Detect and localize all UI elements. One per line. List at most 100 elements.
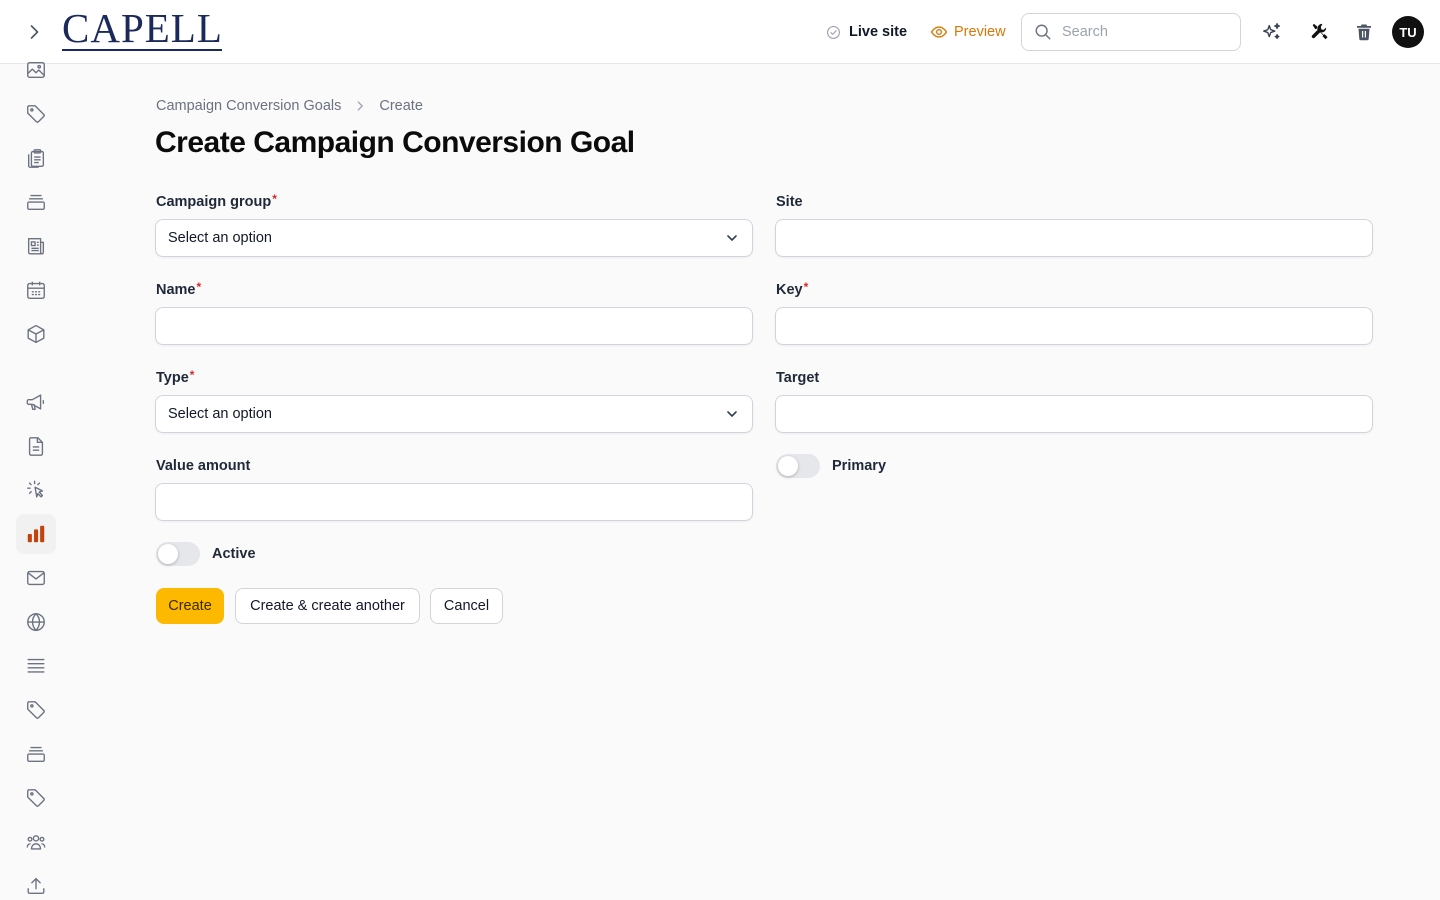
sidebar-item-upload[interactable]	[16, 866, 56, 900]
cursor-click-icon	[27, 480, 44, 498]
target-input[interactable]	[776, 396, 1372, 432]
required-marker: *	[803, 280, 809, 294]
campaign-group-value: Select an option	[168, 230, 272, 246]
name-label-text: Name	[156, 282, 196, 298]
key-field[interactable]	[775, 307, 1373, 345]
delete-button[interactable]	[1352, 20, 1376, 44]
required-marker: *	[189, 368, 195, 382]
check-circle-icon	[827, 25, 840, 39]
sidebar-item-tags-3[interactable]	[16, 778, 56, 818]
search-input[interactable]	[1062, 24, 1222, 40]
name-field[interactable]	[155, 307, 753, 345]
sidebar-item-archive-2[interactable]	[16, 734, 56, 774]
global-search[interactable]	[1021, 13, 1241, 51]
toggle-knob	[778, 456, 798, 476]
type-label-text: Type	[156, 370, 189, 386]
cancel-button[interactable]: Cancel	[430, 588, 503, 624]
site-input[interactable]	[776, 220, 1372, 256]
create-button[interactable]: Create	[156, 588, 224, 624]
bar-chart-icon	[27, 525, 45, 543]
name-label: Name*	[156, 280, 201, 300]
required-marker: *	[196, 280, 202, 294]
clipboard-icon	[27, 149, 45, 168]
campaign-group-select[interactable]: Select an option	[155, 219, 753, 257]
globe-icon	[27, 612, 45, 632]
sidebar-item-conversion-goals[interactable]	[16, 514, 56, 554]
sparkles-icon	[1263, 23, 1281, 40]
primary-toggle[interactable]: Primary	[776, 454, 886, 478]
type-label: Type*	[156, 368, 194, 388]
name-input[interactable]	[156, 308, 752, 344]
user-group-icon	[26, 835, 46, 850]
type-select[interactable]: Select an option	[155, 395, 753, 433]
type-value: Select an option	[168, 406, 272, 422]
active-toggle-switch[interactable]	[156, 542, 200, 566]
sidebar-item-sites[interactable]	[16, 602, 56, 642]
sidebar-item-products[interactable]	[16, 314, 56, 354]
active-label: Active	[212, 546, 256, 562]
campaign-group-label: Campaign group*	[156, 192, 277, 212]
required-marker: *	[272, 192, 277, 206]
image-icon	[27, 61, 45, 79]
sidebar-item-tags-2[interactable]	[16, 690, 56, 730]
chevron-down-icon	[727, 411, 737, 417]
sidebar-item-mail[interactable]	[16, 558, 56, 598]
target-field[interactable]	[775, 395, 1373, 433]
newspaper-icon	[27, 237, 45, 255]
sidebar-item-media[interactable]	[16, 50, 56, 90]
archive-icon	[27, 746, 45, 763]
sidebar-item-users[interactable]	[16, 822, 56, 862]
sidebar-item-campaigns[interactable]	[16, 382, 56, 422]
logo[interactable]: CAPELL	[62, 8, 223, 52]
campaign-group-label-text: Campaign group	[156, 194, 272, 210]
key-label-text: Key	[776, 282, 803, 298]
chevron-right-icon	[30, 25, 39, 39]
target-label: Target	[776, 370, 820, 386]
cube-icon	[27, 324, 45, 344]
ai-sparkles-button[interactable]	[1260, 20, 1284, 44]
page-title: Create Campaign Conversion Goal	[155, 126, 635, 159]
search-icon	[1035, 24, 1051, 40]
sidebar-item-archive[interactable]	[16, 182, 56, 222]
envelope-icon	[27, 570, 45, 586]
archive-icon	[27, 194, 45, 211]
user-avatar[interactable]: TU	[1392, 16, 1424, 48]
key-input[interactable]	[776, 308, 1372, 344]
sidebar-item-calendar[interactable]	[16, 270, 56, 310]
live-site-label: Live site	[849, 24, 908, 40]
toggle-knob	[158, 544, 178, 564]
sidebar-item-lists[interactable]	[16, 646, 56, 686]
value-amount-field[interactable]	[155, 483, 753, 521]
tag-icon	[27, 701, 45, 719]
wrench-screwdriver-icon	[1311, 23, 1328, 40]
sidebar-item-documents[interactable]	[16, 426, 56, 466]
sidebar-item-tags[interactable]	[16, 94, 56, 134]
chevron-right-icon	[357, 101, 364, 111]
preview-label: Preview	[954, 24, 1006, 40]
logo-text: CAPELL	[62, 5, 223, 51]
preview-link[interactable]: Preview	[930, 22, 1006, 42]
sidebar-item-news[interactable]	[16, 226, 56, 266]
trash-icon	[1357, 24, 1371, 41]
sidebar-item-clipboard[interactable]	[16, 138, 56, 178]
megaphone-icon	[26, 394, 45, 411]
site-field[interactable]	[775, 219, 1373, 257]
create-another-button[interactable]: Create & create another	[235, 588, 420, 624]
primary-label: Primary	[832, 458, 887, 474]
tools-button[interactable]	[1308, 20, 1332, 44]
eye-icon	[930, 26, 948, 38]
live-site-link[interactable]: Live site	[826, 22, 907, 42]
key-label: Key*	[776, 280, 808, 300]
value-amount-input[interactable]	[156, 484, 752, 520]
top-bar: CAPELL Live site Preview TU	[0, 0, 1440, 64]
site-label: Site	[776, 194, 803, 210]
upload-icon	[27, 877, 45, 895]
active-toggle[interactable]: Active	[156, 542, 256, 566]
breadcrumb-parent-link[interactable]: Campaign Conversion Goals	[156, 98, 341, 114]
sidebar-expand-button[interactable]	[20, 18, 48, 46]
sidebar	[0, 61, 72, 900]
sidebar-item-clicks[interactable]	[16, 470, 56, 510]
breadcrumb: Campaign Conversion Goals Create	[156, 96, 423, 116]
logo-underline	[62, 49, 222, 51]
primary-toggle-switch[interactable]	[776, 454, 820, 478]
